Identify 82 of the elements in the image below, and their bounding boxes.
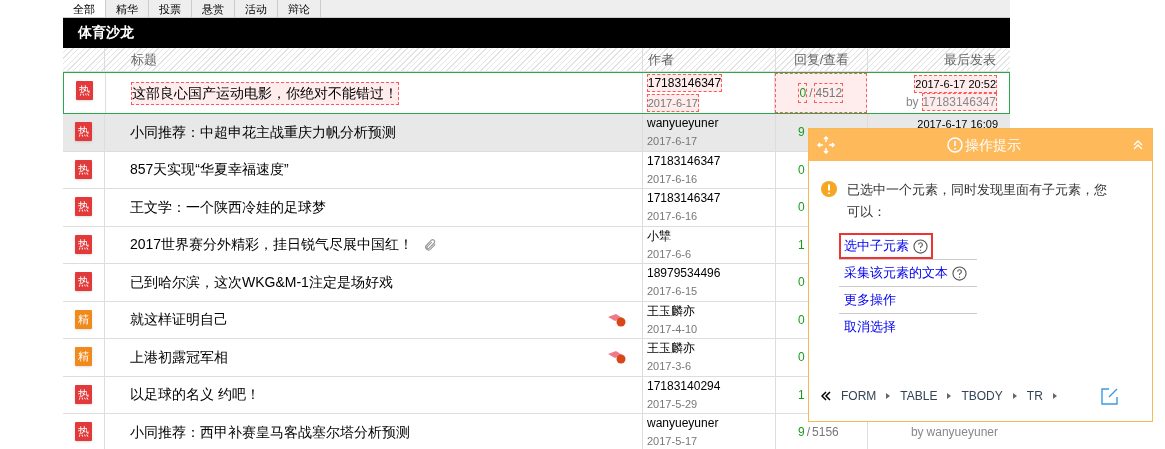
by-label: by: [910, 424, 924, 441]
thread-title-link[interactable]: 小同推荐：中超申花主战重庆力帆分析预测: [130, 121, 396, 143]
column-header: 标题: [105, 47, 643, 72]
action-link[interactable]: 取消选择: [839, 314, 901, 340]
thread-title-link[interactable]: 王文学：一个陕西冷娃的足球梦: [130, 196, 326, 218]
post-date: 2017-4-10: [647, 321, 698, 337]
reply-count: 0: [798, 311, 805, 329]
author-link[interactable]: 17183146347: [647, 190, 721, 207]
author-link[interactable]: wanyueyuner: [647, 415, 719, 432]
caret-icon: [1052, 393, 1057, 399]
thread-title-link[interactable]: 857天实现“华夏幸福速度”: [130, 159, 289, 181]
thread-title-link[interactable]: 上港初露冠军相: [130, 346, 228, 368]
last-poster-link[interactable]: wanyueyuner: [926, 424, 998, 441]
caret-icon: [1012, 393, 1017, 399]
caret-icon: [886, 393, 891, 399]
post-date: 2017-5-29: [647, 396, 698, 412]
help-icon[interactable]: [913, 238, 928, 254]
forum-title: 体育沙龙: [78, 23, 134, 42]
view-count: 5156: [812, 424, 839, 442]
column-header: 最后发表: [943, 50, 997, 69]
post-date: 2017-6-17: [646, 94, 699, 112]
thread-badge-icon: 热: [75, 234, 92, 254]
info-icon: [946, 137, 963, 153]
post-date: 2017-5-17: [647, 434, 698, 449]
post-date: 2017-6-15: [647, 284, 698, 300]
view-count: 4512: [814, 83, 844, 103]
warning-icon: [821, 181, 837, 197]
thread-badge-icon: 热: [75, 197, 92, 216]
author-link[interactable]: 王玉麟亦: [647, 302, 695, 319]
thread-title-link[interactable]: 2017世界赛分外精彩，挂日锐气尽展中国红！: [130, 234, 414, 256]
forum-tab[interactable]: 全部: [63, 0, 106, 17]
thread-badge-icon: 热: [75, 122, 92, 141]
thread-badge-icon: 热: [75, 422, 92, 441]
post-date: 2017-6-16: [647, 171, 698, 187]
external-link-icon[interactable]: [1101, 387, 1118, 405]
thread-title-link[interactable]: 就这样证明自己: [130, 309, 228, 331]
thread-badge-icon: 精: [75, 347, 92, 366]
reply-count: 0: [798, 349, 805, 367]
author-link[interactable]: 17183146347: [647, 152, 721, 169]
reply-count: 0: [798, 199, 805, 217]
post-date: 2017-6-17: [647, 134, 698, 150]
thread-badge-icon: 热: [75, 384, 92, 404]
post-date: 2017-6-6: [647, 246, 692, 262]
count-separator: /: [806, 424, 811, 442]
breadcrumb-link[interactable]: TBODY: [957, 387, 1007, 405]
by-label: by: [905, 94, 919, 110]
caret-icon: [947, 393, 952, 399]
breadcrumb-link[interactable]: FORM: [837, 387, 881, 405]
reply-count: 1: [798, 386, 805, 404]
thread-row[interactable]: 热 这部良心国产运动电影，你绝对不能错过！ 17183146347 2017-6-17 0 / 4512 2017-6-17 20:52 by 17183146347: [63, 72, 1010, 114]
reply-count: 0: [798, 83, 808, 103]
thread-title-link[interactable]: 已到哈尔滨，这次WKG&M-1注定是场好戏: [130, 271, 393, 293]
post-date: 2017-6-16: [647, 209, 698, 225]
breadcrumb-link[interactable]: TABLE: [896, 387, 942, 405]
thread-badge-icon: 热: [75, 272, 92, 291]
author-link[interactable]: wanyueyuner: [647, 115, 719, 132]
thread-title-link[interactable]: 以足球的名义 约吧！: [130, 384, 260, 406]
thread-title-link[interactable]: 小同推荐：西甲补赛皇马客战塞尔塔分析预测: [130, 421, 410, 443]
reply-count: 1: [798, 236, 805, 254]
last-post-time: 2017-6-17 20:52: [914, 75, 997, 93]
thread-badge-icon: 精: [75, 309, 92, 329]
column-header: 回复/查看: [776, 47, 868, 72]
author-link[interactable]: 17183146347: [646, 74, 723, 92]
post-date: 2017-3-6: [647, 359, 692, 375]
reply-count: 0: [798, 161, 805, 179]
column-header: 作者: [643, 47, 776, 72]
breadcrumb-link[interactable]: TR: [1022, 387, 1047, 405]
chevrons-left-icon[interactable]: [821, 391, 831, 401]
author-link[interactable]: 18979534496: [647, 265, 721, 282]
reply-count: 9: [798, 124, 805, 142]
author-link[interactable]: 王玉麟亦: [647, 340, 695, 357]
last-post-time: 2017-6-17 16:09: [917, 117, 998, 132]
author-link[interactable]: 小犨: [647, 227, 671, 244]
thread-title-link[interactable]: 这部良心国产运动电影，你绝对不能错过！: [130, 81, 399, 105]
author-link[interactable]: 17183140294: [647, 377, 721, 394]
help-icon[interactable]: [952, 265, 967, 281]
thread-badge-icon: 热: [75, 81, 93, 100]
count-separator: /: [809, 85, 813, 102]
action-link[interactable]: 选中子元素: [839, 233, 933, 259]
thread-badge-icon: 热: [75, 159, 92, 179]
reply-count: 0: [798, 274, 805, 292]
reply-count: 9: [798, 424, 805, 442]
